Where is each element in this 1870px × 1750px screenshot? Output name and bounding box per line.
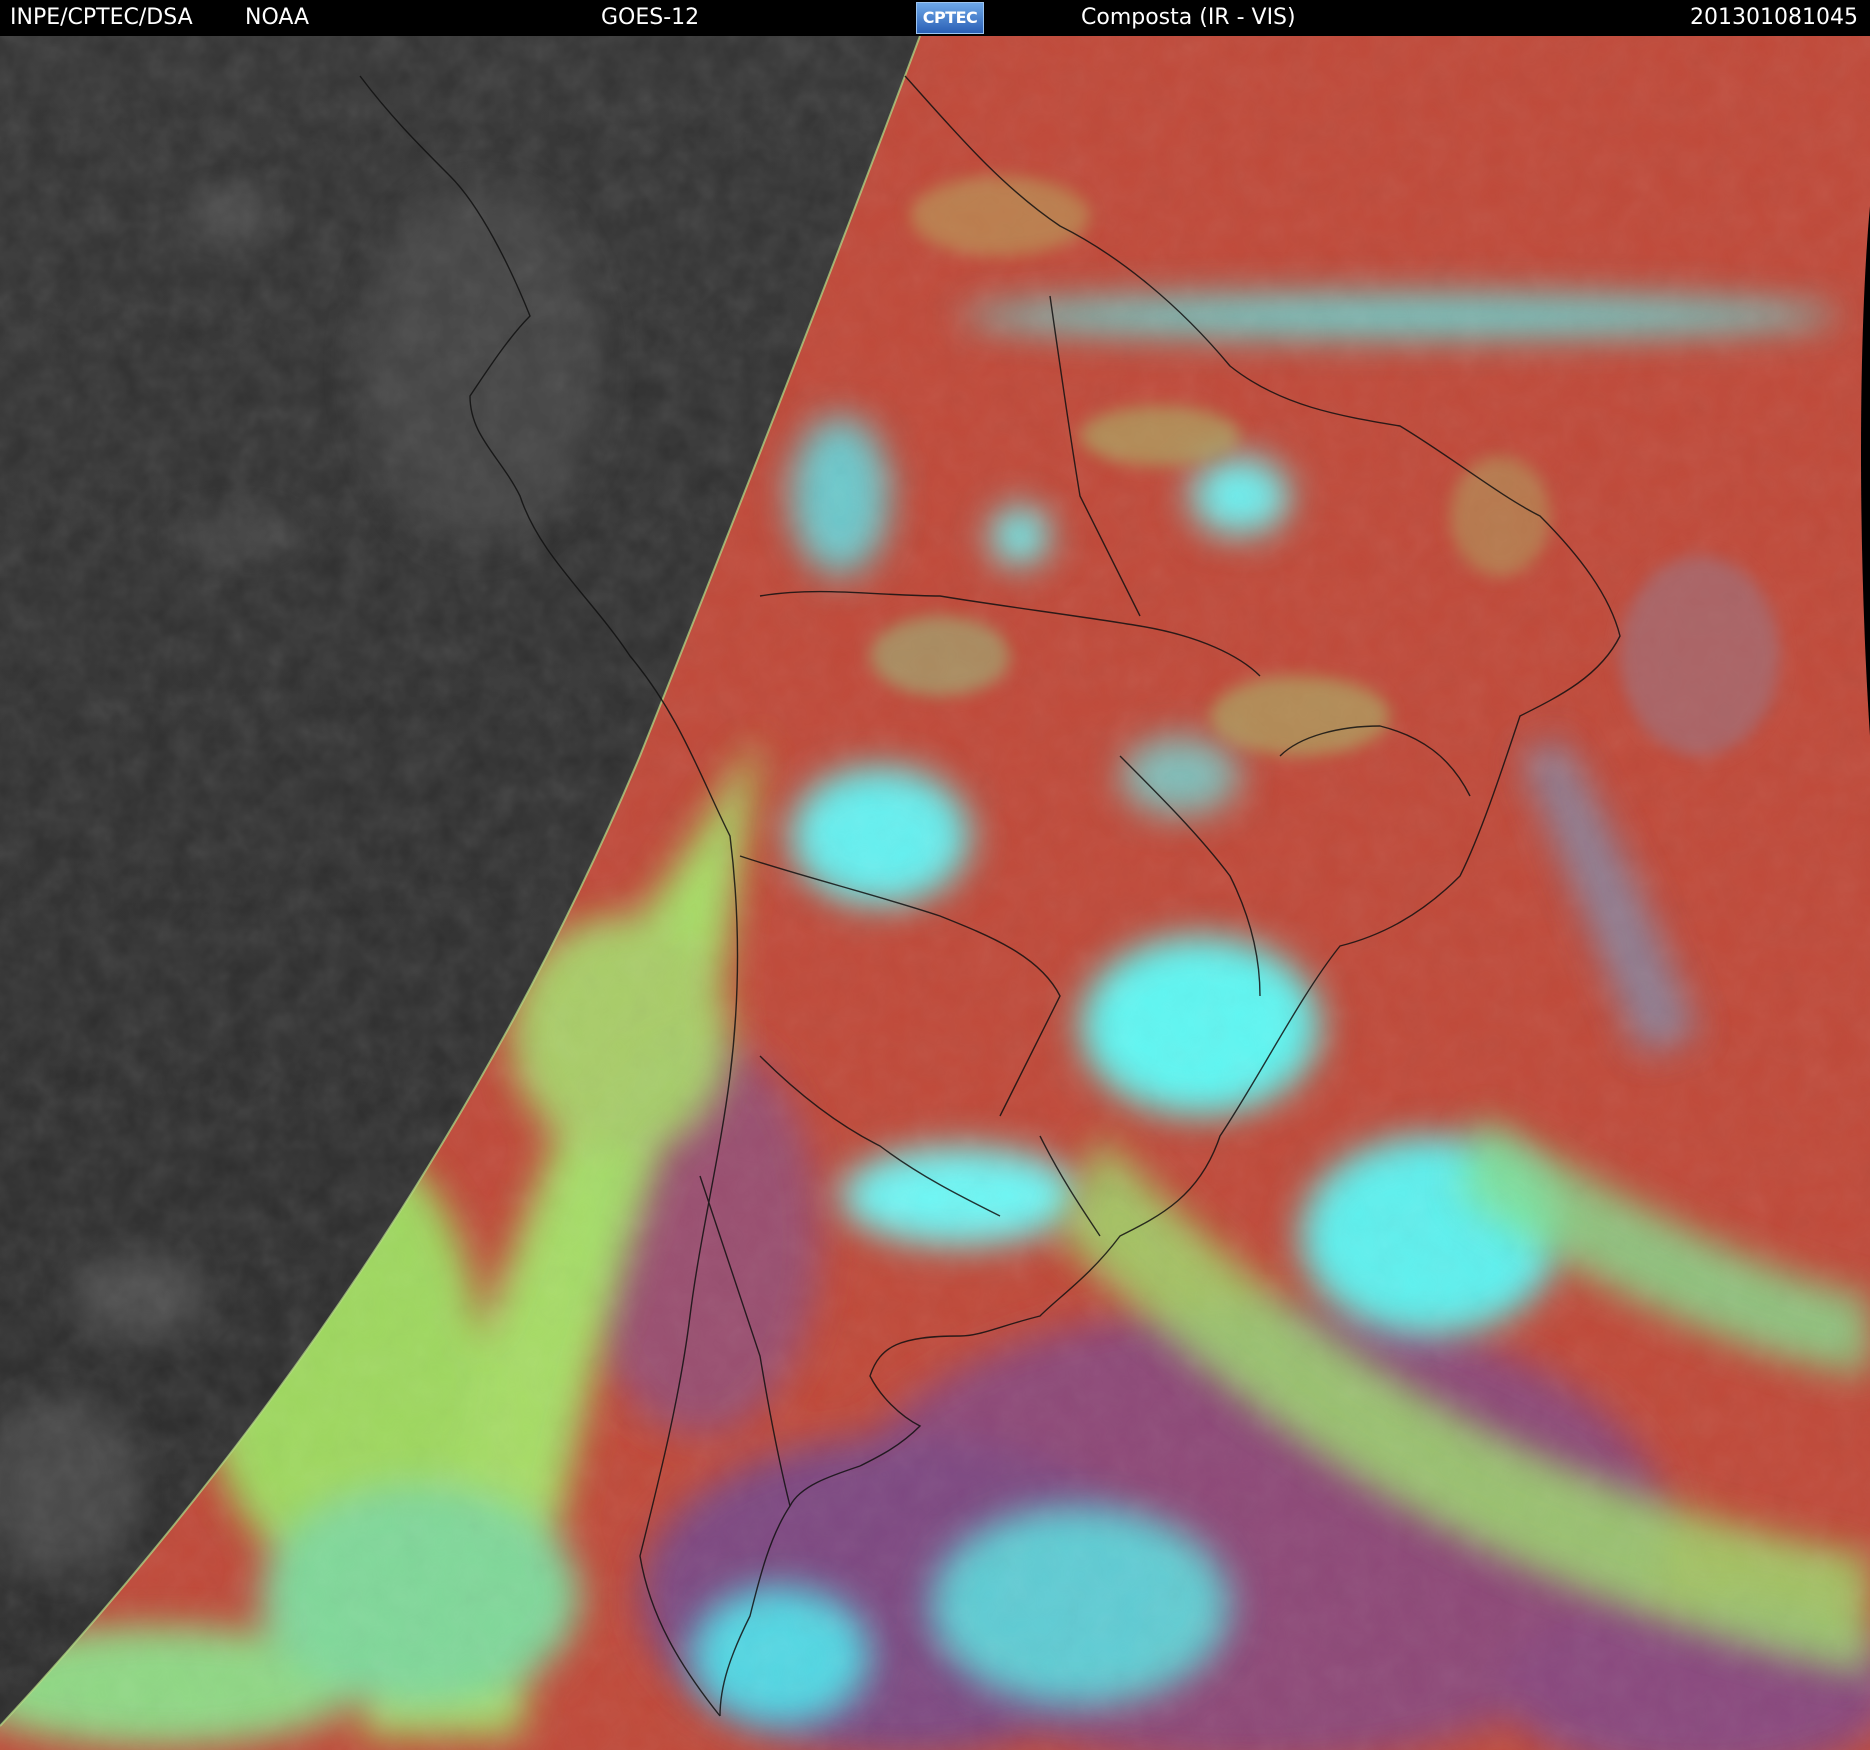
timestamp-label: 201301081045: [1690, 5, 1858, 30]
image-header: INPE/CPTEC/DSA NOAA GOES-12 CPTEC Compos…: [0, 0, 1870, 36]
satellite-viewer: INPE/CPTEC/DSA NOAA GOES-12 CPTEC Compos…: [0, 0, 1870, 1750]
satellite-image: [0, 36, 1870, 1750]
satellite-label: GOES-12: [601, 5, 700, 30]
source-label: INPE/CPTEC/DSA: [10, 5, 193, 30]
product-label: Composta (IR - VIS): [1081, 5, 1296, 30]
agency-label: NOAA: [245, 5, 310, 30]
cptec-logo: CPTEC: [916, 2, 984, 34]
